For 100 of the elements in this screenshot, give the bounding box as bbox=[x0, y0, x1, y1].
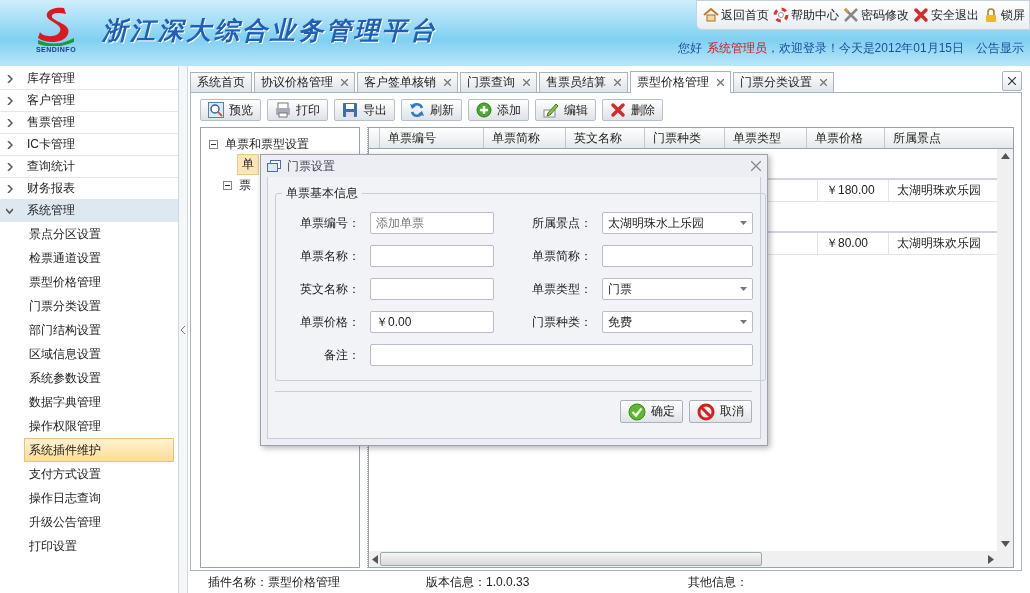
input-field[interactable] bbox=[370, 278, 494, 300]
menu-item[interactable]: 操作日志查询 bbox=[24, 486, 174, 510]
tab[interactable]: 票型价格管理 bbox=[630, 71, 731, 93]
tree-node[interactable]: 单 bbox=[237, 154, 259, 175]
user-name: 系统管理员 bbox=[706, 40, 767, 57]
close-icon[interactable] bbox=[614, 79, 621, 86]
menu-item[interactable]: 系统插件维护 bbox=[24, 438, 174, 462]
collapse-icon[interactable] bbox=[223, 180, 232, 190]
close-icon[interactable] bbox=[820, 79, 827, 86]
tab[interactable]: 系统首页 bbox=[190, 72, 252, 92]
close-icon[interactable] bbox=[751, 161, 761, 171]
menu-item[interactable]: 数据字典管理 bbox=[24, 390, 174, 414]
input-field[interactable] bbox=[370, 344, 753, 366]
menu-item[interactable]: 部门结构设置 bbox=[24, 318, 174, 342]
menu-item[interactable]: 检票通道设置 bbox=[24, 246, 174, 270]
scroll-up-icon[interactable] bbox=[1000, 153, 1010, 159]
dialog-title: 门票设置 bbox=[287, 157, 336, 175]
table-cell: ￥80.00 bbox=[817, 233, 889, 254]
dropdown-arrow-icon bbox=[740, 221, 747, 225]
column-header[interactable]: 单票价格 bbox=[806, 128, 884, 148]
menu-item[interactable]: 升级公告管理 bbox=[24, 510, 174, 534]
printer-icon bbox=[275, 102, 291, 118]
header-link[interactable]: 密码修改 bbox=[843, 6, 909, 24]
menu-item[interactable]: 支付方式设置 bbox=[24, 462, 174, 486]
header-link[interactable]: 锁屏 bbox=[983, 6, 1025, 24]
menu-item[interactable]: 系统参数设置 bbox=[24, 366, 174, 390]
vertical-scrollbar[interactable] bbox=[997, 149, 1013, 551]
menu-item[interactable]: 门票分类设置 bbox=[24, 294, 174, 318]
select-field[interactable]: 太湖明珠水上乐园 bbox=[602, 212, 753, 234]
select-field[interactable]: 免费 bbox=[602, 311, 753, 333]
toolbar-button[interactable]: 预览 bbox=[200, 99, 261, 121]
tree-node[interactable]: 票 bbox=[239, 176, 251, 194]
field-label: 门票种类： bbox=[531, 313, 592, 331]
header-link[interactable]: 返回首页 bbox=[703, 6, 769, 24]
greeting-text: 您好 bbox=[677, 40, 702, 57]
chevron-icon bbox=[6, 162, 13, 171]
horizontal-scrollbar[interactable] bbox=[369, 551, 997, 567]
column-header[interactable]: 单票简称 bbox=[483, 128, 565, 148]
menu-item[interactable]: 操作权限管理 bbox=[24, 414, 174, 438]
refresh-icon bbox=[409, 102, 425, 118]
toolbar-button[interactable]: 打印 bbox=[267, 99, 328, 121]
close-icon[interactable] bbox=[523, 79, 530, 86]
field-label: 英文名称： bbox=[299, 280, 360, 298]
lifebuoy-icon bbox=[773, 7, 789, 23]
field-label: 单票价格： bbox=[299, 313, 360, 331]
floppy-icon bbox=[342, 102, 358, 118]
toolbar-button[interactable]: 编辑 bbox=[535, 99, 596, 121]
magnifier-icon bbox=[208, 102, 224, 118]
toolbar-button[interactable]: 删除 bbox=[602, 99, 663, 121]
tab[interactable]: 客户签单核销 bbox=[357, 72, 458, 92]
column-header[interactable]: 门票种类 bbox=[644, 128, 724, 148]
toolbar-button[interactable]: 刷新 bbox=[401, 99, 462, 121]
tab[interactable]: 门票分类设置 bbox=[733, 72, 834, 92]
column-header[interactable]: 所属景点 bbox=[884, 128, 1004, 148]
other-info: 其他信息： bbox=[688, 573, 748, 591]
menu-group[interactable]: 库存管理 bbox=[0, 68, 178, 90]
header-link[interactable]: 安全退出 bbox=[913, 6, 979, 24]
tab[interactable]: 售票员结算 bbox=[539, 72, 628, 92]
collapse-icon[interactable] bbox=[209, 139, 218, 149]
app-title: 浙江深大综合业务管理平台 bbox=[102, 15, 438, 47]
scroll-down-icon[interactable] bbox=[1000, 541, 1010, 547]
field-label: 所属景点： bbox=[531, 214, 592, 232]
close-icon[interactable] bbox=[444, 79, 451, 86]
toolbar-button[interactable]: 导出 bbox=[334, 99, 395, 121]
scroll-right-icon[interactable] bbox=[988, 554, 994, 564]
tab[interactable]: 门票查询 bbox=[460, 72, 537, 92]
column-header[interactable]: 英文名称 bbox=[565, 128, 644, 148]
window-icon bbox=[267, 160, 281, 172]
chevron-icon bbox=[6, 118, 13, 127]
select-field[interactable]: 门票 bbox=[602, 278, 753, 300]
close-icon[interactable] bbox=[717, 79, 724, 86]
chevron-icon bbox=[6, 140, 13, 149]
chevron-icon bbox=[6, 184, 13, 193]
input-field[interactable]: 添加单票 bbox=[370, 212, 494, 234]
notice-link[interactable]: 公告显示 bbox=[976, 40, 1024, 57]
close-all-button[interactable] bbox=[1002, 71, 1022, 91]
menu-item[interactable]: 票型价格管理 bbox=[24, 270, 174, 294]
dialog-button[interactable]: 取消 bbox=[689, 400, 752, 423]
close-icon[interactable] bbox=[341, 79, 348, 86]
menu-item[interactable]: 打印设置 bbox=[24, 534, 174, 558]
toolbar-button[interactable]: 添加 bbox=[468, 99, 529, 121]
menu-group[interactable]: 系统管理 bbox=[0, 200, 178, 222]
menu-item[interactable]: 区域信息设置 bbox=[24, 342, 174, 366]
lock-icon bbox=[983, 7, 999, 23]
menu-group[interactable]: 客户管理 bbox=[0, 90, 178, 112]
chevron-icon bbox=[6, 206, 13, 215]
scrollbar-thumb[interactable] bbox=[380, 552, 762, 566]
dialog-button[interactable]: 确定 bbox=[620, 400, 683, 423]
header-link[interactable]: 帮助中心 bbox=[773, 6, 839, 24]
menu-item[interactable]: 景点分区设置 bbox=[24, 222, 174, 246]
input-field[interactable]: ￥0.00 bbox=[370, 311, 494, 333]
input-field[interactable] bbox=[602, 245, 753, 267]
tab[interactable]: 协议价格管理 bbox=[254, 72, 355, 92]
column-header[interactable]: 单票编号 bbox=[379, 128, 483, 148]
column-header[interactable]: 单票类型 bbox=[724, 128, 806, 148]
tree-node[interactable]: 单票和票型设置 bbox=[225, 135, 309, 153]
scroll-left-icon[interactable] bbox=[372, 554, 378, 564]
input-field[interactable] bbox=[370, 245, 494, 267]
chevron-icon bbox=[6, 96, 13, 105]
check-icon bbox=[628, 402, 646, 421]
